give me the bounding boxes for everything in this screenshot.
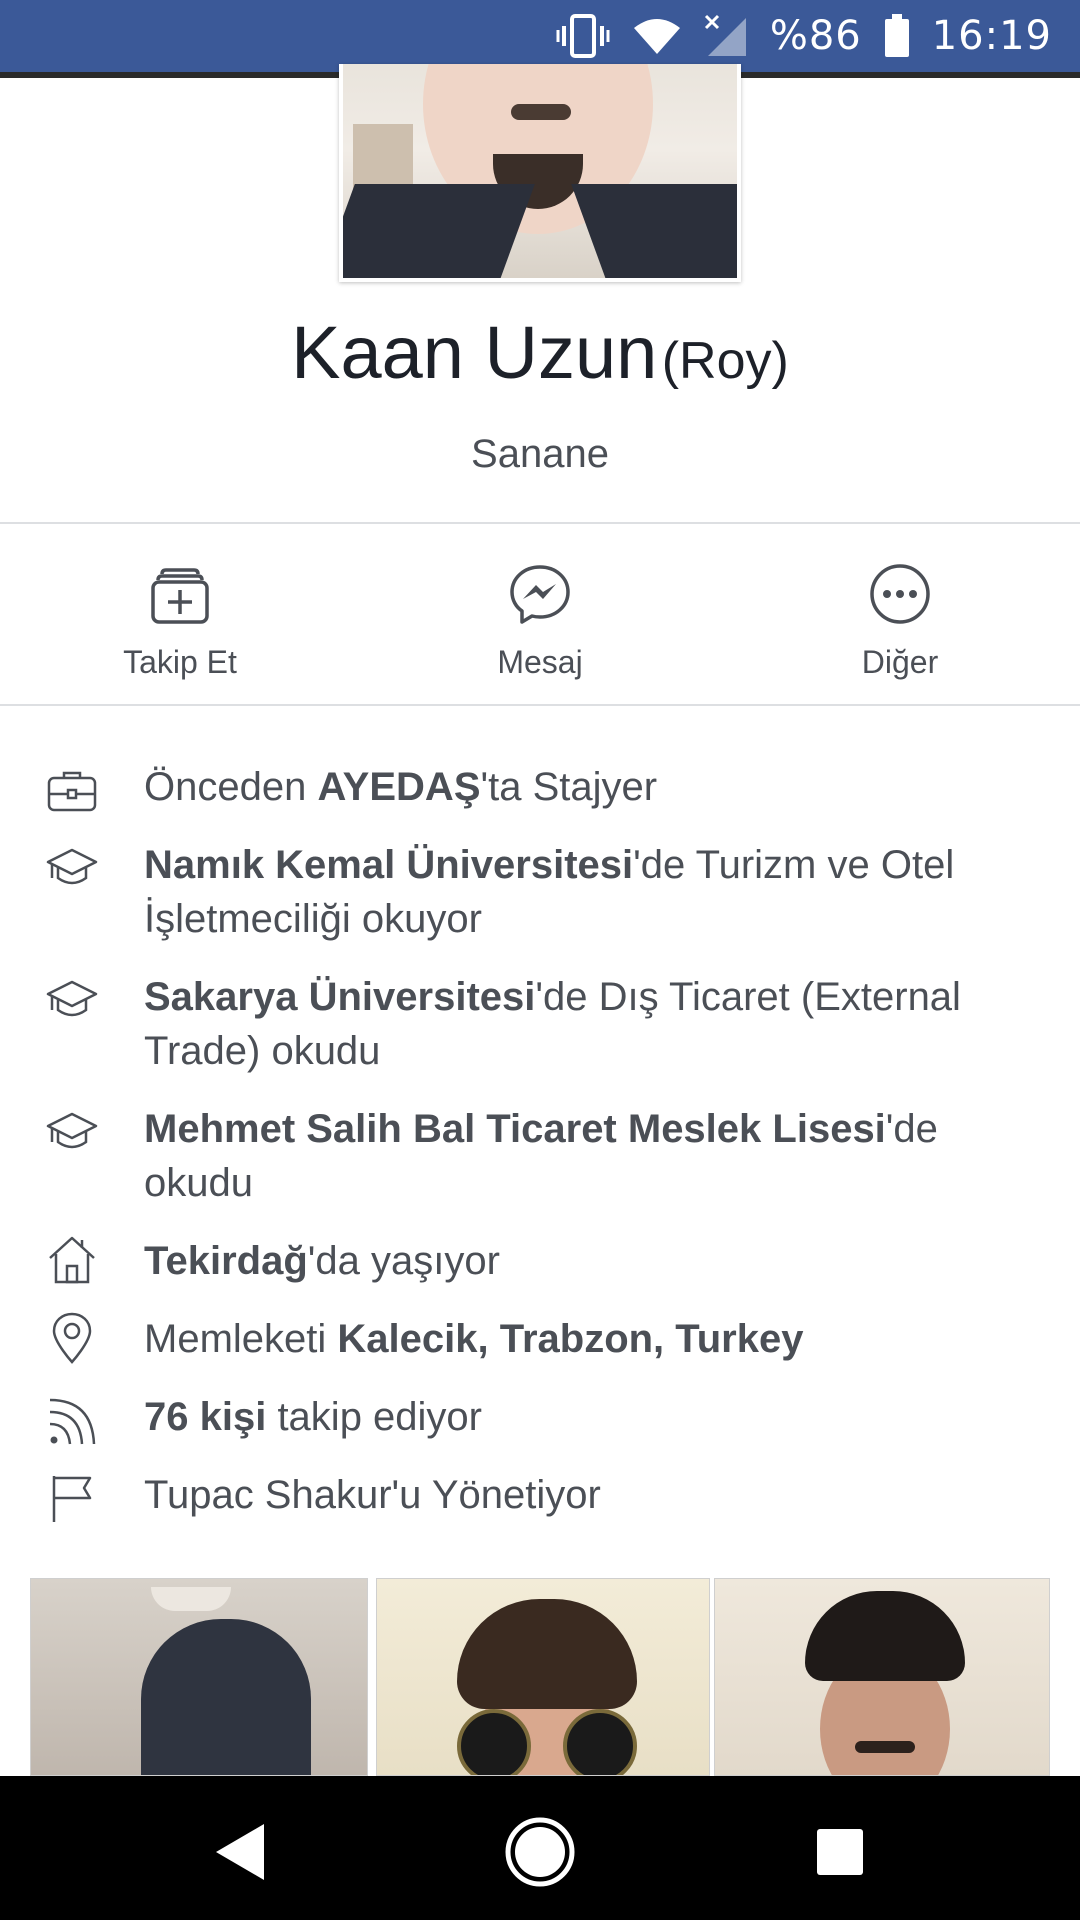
home-icon: [49, 1236, 95, 1284]
photo-mustache: [511, 104, 571, 120]
action-bar: Takip Et Mesaj Diğer: [0, 562, 1080, 702]
photo-hair: [805, 1591, 965, 1681]
followers-count[interactable]: 76 kişi: [144, 1395, 266, 1439]
back-icon: [216, 1824, 264, 1880]
photo-hair: [457, 1599, 637, 1709]
featured-photo[interactable]: [30, 1578, 368, 1776]
graduation-cap-icon: [46, 980, 98, 1017]
system-navigation-bar: [0, 1776, 1080, 1920]
education-text: Namık Kemal Üniversitesi'de Turizm ve Ot…: [144, 838, 1044, 946]
clock: 16:19: [931, 13, 1052, 59]
profile-name: Kaan Uzun (Roy): [0, 310, 1080, 395]
graduation-cap-icon: [46, 1112, 98, 1149]
messenger-icon: [510, 565, 570, 624]
school-name[interactable]: Mehmet Salih Bal Ticaret Meslek Lisesi: [144, 1107, 886, 1151]
current-city-suffix: 'da yaşıyor: [307, 1239, 500, 1283]
more-button[interactable]: Diğer: [720, 562, 1080, 702]
sunglasses-lens: [563, 1709, 637, 1775]
battery-icon: [884, 14, 910, 58]
profile-picture[interactable]: [339, 64, 741, 282]
wifi-icon: [632, 16, 682, 56]
home-button-icon: [505, 1817, 575, 1887]
battery-percent: %86: [769, 13, 862, 59]
alternate-name: (Roy): [661, 332, 789, 390]
more-icon: [870, 564, 930, 624]
featured-photo[interactable]: [714, 1578, 1050, 1776]
follow-label: Takip Et: [123, 644, 237, 680]
work-company[interactable]: AYEDAŞ: [317, 765, 480, 809]
home-button[interactable]: [500, 1812, 580, 1892]
recents-icon: [817, 1829, 863, 1875]
status-bar: %86 16:19: [0, 0, 1080, 72]
education-text: Sakarya Üniversitesi'de Dış Ticaret (Ext…: [144, 970, 1044, 1078]
photo-mustache: [855, 1741, 915, 1753]
follow-button[interactable]: Takip Et: [0, 562, 360, 702]
photo-hair: [141, 1619, 311, 1775]
current-city-text: Tekirdağ'da yaşıyor: [144, 1234, 1044, 1288]
recents-button[interactable]: [800, 1812, 880, 1892]
flag-icon: [52, 1476, 92, 1522]
divider: [0, 522, 1080, 524]
hometown-prefix: Memleketi: [144, 1317, 338, 1361]
photo-jacket: [343, 184, 535, 278]
full-name: Kaan Uzun: [291, 311, 658, 394]
photo-lamp: [151, 1587, 231, 1611]
vibrate-icon: [556, 14, 610, 58]
hometown-text: Memleketi Kalecik, Trabzon, Turkey: [144, 1312, 1044, 1366]
followers-suffix: takip ediyor: [266, 1395, 482, 1439]
school-name[interactable]: Namık Kemal Üniversitesi: [144, 843, 633, 887]
profile-bio: Sanane: [471, 432, 609, 476]
divider: [0, 704, 1080, 706]
message-label: Mesaj: [497, 644, 583, 680]
work-suffix: 'ta Stajyer: [480, 765, 658, 809]
managed-page-text: Tupac Shakur'u Yönetiyor: [144, 1468, 1044, 1522]
current-city-name[interactable]: Tekirdağ: [144, 1239, 308, 1283]
rss-icon: [49, 1398, 96, 1445]
featured-photo[interactable]: [376, 1578, 710, 1776]
message-button[interactable]: Mesaj: [360, 562, 720, 702]
managed-page-label[interactable]: Tupac Shakur'u Yönetiyor: [144, 1473, 601, 1517]
signal-icon: [704, 14, 748, 58]
work-text: Önceden AYEDAŞ'ta Stajyer: [144, 760, 1044, 814]
briefcase-icon: [47, 771, 97, 812]
education-text: Mehmet Salih Bal Ticaret Meslek Lisesi'd…: [144, 1102, 1044, 1210]
more-label: Diğer: [861, 644, 939, 680]
followers-text: 76 kişi takip ediyor: [144, 1390, 1044, 1444]
follow-icon: [151, 568, 209, 624]
sunglasses-lens: [457, 1709, 531, 1775]
graduation-cap-icon: [46, 848, 98, 885]
back-button[interactable]: [200, 1812, 280, 1892]
school-name[interactable]: Sakarya Üniversitesi: [144, 975, 535, 1019]
hometown-name[interactable]: Kalecik, Trabzon, Turkey: [337, 1317, 803, 1361]
photo-jacket: [571, 184, 737, 278]
location-pin-icon: [52, 1312, 92, 1364]
featured-photos: [30, 1578, 1050, 1776]
work-prefix: Önceden: [144, 765, 318, 809]
